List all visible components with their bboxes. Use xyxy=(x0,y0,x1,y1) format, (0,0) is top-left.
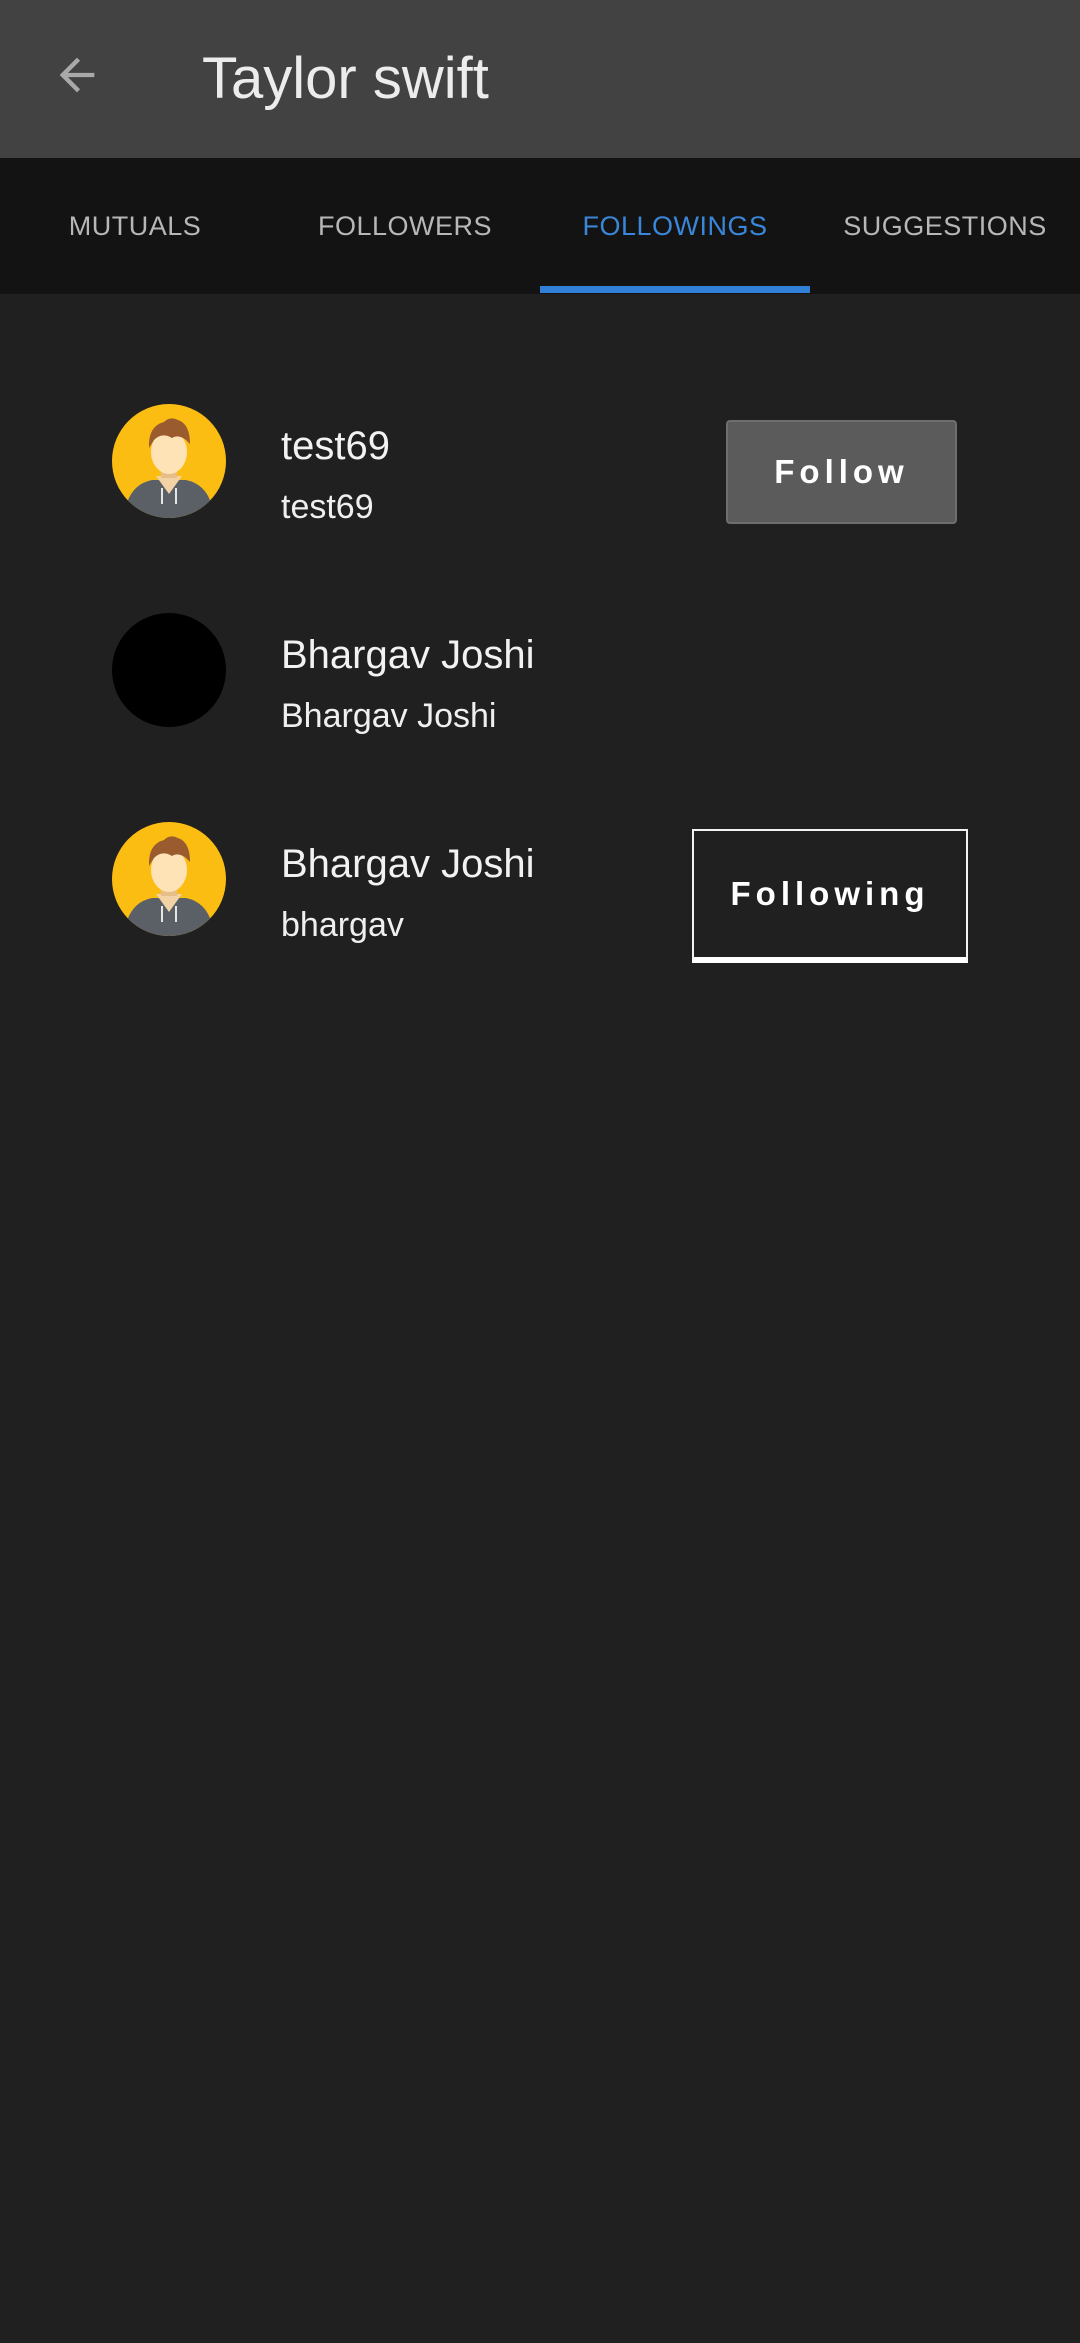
default-user-avatar-icon xyxy=(126,836,212,936)
arrow-left-icon xyxy=(51,49,103,106)
list-item[interactable]: test69 test69 Follow xyxy=(0,294,1080,526)
avatar[interactable] xyxy=(112,822,226,936)
user-handle: bhargav xyxy=(281,906,404,944)
tab-followings[interactable]: FOLLOWINGS xyxy=(540,158,810,294)
page-title: Taylor swift xyxy=(202,46,489,111)
tab-mutuals[interactable]: MUTUALS xyxy=(0,158,270,294)
tab-suggestions[interactable]: SUGGESTIONS xyxy=(810,158,1080,294)
list-item[interactable]: Bhargav Joshi bhargav Following xyxy=(0,712,1080,963)
list-item[interactable]: Bhargav Joshi Bhargav Joshi xyxy=(0,503,1080,735)
user-name: test69 xyxy=(281,424,390,468)
active-tab-indicator xyxy=(540,286,810,293)
back-button[interactable] xyxy=(45,45,109,109)
default-user-avatar-icon xyxy=(126,418,212,518)
app-bar: Taylor swift xyxy=(0,0,1080,158)
user-name: Bhargav Joshi xyxy=(281,842,535,886)
user-name: Bhargav Joshi xyxy=(281,633,535,677)
tab-followers[interactable]: FOLLOWERS xyxy=(270,158,540,294)
avatar[interactable] xyxy=(112,613,226,727)
tab-bar: MUTUALS FOLLOWERS FOLLOWINGS SUGGESTIONS xyxy=(0,158,1080,294)
following-button[interactable]: Following xyxy=(692,829,968,963)
avatar[interactable] xyxy=(112,404,226,518)
